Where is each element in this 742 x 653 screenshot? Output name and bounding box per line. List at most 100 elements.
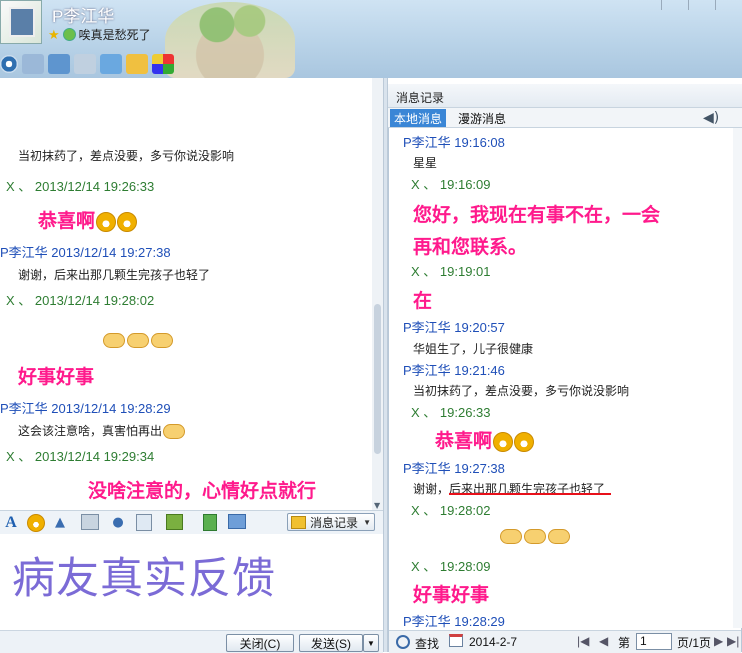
message-content: 好事好事 [18,366,95,388]
message-content: X 、 2013/12/14 19:28:02 [6,293,155,308]
message-sender-timestamp: P李江华 19:28:29 [403,611,505,628]
message-sender-timestamp: X 、 19:19:01 [411,261,491,280]
send-button[interactable]: 发送(S) [299,634,363,652]
text-note-icon[interactable] [136,514,152,531]
input-toolbar: A ▲ ● 消息记录 ▼ [0,510,383,535]
speaker-icon[interactable]: ◀) [703,110,719,126]
scrollbar-thumb[interactable] [374,304,381,454]
message-history-button[interactable]: 消息记录 ▼ [287,513,375,531]
message-content: P李江华 19:21:46 [403,363,505,378]
title-bar: P李江华 ★ 唉真是愁死了 [0,0,742,78]
minimize-button[interactable] [661,0,688,10]
message-content: X 、 2013/12/14 19:26:33 [6,179,155,194]
window-controls [661,0,742,10]
grin-emoji-icon [493,431,514,452]
message-content: X 、 19:16:09 [411,177,491,192]
message-content: 这会该注意啥，真害怕再出 [18,424,163,438]
message-text-highlight: 恭喜啊 [435,426,535,453]
handshake-emoji-icon [103,333,125,348]
message-sender-timestamp: X 、 19:28:02 [411,500,491,519]
nudge-icon[interactable]: ▲ [51,514,69,531]
search-icon[interactable] [396,635,410,649]
scroll-down-icon[interactable]: ▼ [374,501,380,510]
screenshot-icon[interactable] [228,514,246,529]
voice-call-icon[interactable] [22,54,44,74]
next-page-icon[interactable]: ▶ [714,634,723,648]
calendar-icon[interactable] [449,634,463,647]
font-icon[interactable]: A [2,514,20,531]
message-content: X 、 19:28:02 [411,503,491,518]
handshake-emoji-icon [500,529,522,544]
contact-name: P李江华 [52,7,115,26]
message-content: 恭喜啊 [435,430,493,452]
red-packet-icon[interactable] [203,514,217,531]
message-text-highlight: 您好，我现在有事不在，一会 [413,200,660,227]
tab-local-messages[interactable]: 本地消息 [390,109,447,127]
message-content: 您好，我现在有事不在，一会 [413,204,661,226]
message-sender-timestamp: P李江华 2013/12/14 19:28:29 [0,398,171,417]
maximize-button[interactable] [688,0,715,10]
message-sender-timestamp: X 、 19:26:33 [411,402,491,421]
chat-message-area: 当初抹药了，差点没要，多亏你说没影响 X 、 2013/12/14 19:26:3… [0,78,383,510]
close-button[interactable]: 关闭(C) [226,634,294,652]
message-text-highlight: 好事好事 [18,362,94,389]
search-label[interactable]: 查找 [415,635,439,652]
message-content: X 、 19:19:01 [411,264,491,279]
message-sender-timestamp: P李江华 19:21:46 [403,360,505,379]
apps-icon[interactable] [152,54,174,74]
voice-message-icon[interactable]: ● [109,514,127,531]
first-page-icon[interactable]: |◀ [577,634,589,648]
history-panel-header: 消息记录 [388,84,742,108]
message-text: 星星 [413,154,437,171]
history-tabs: 本地消息 漫游消息 [388,108,742,128]
handshake-emoji-icon [151,333,173,348]
status-message: 唉真是愁死了 [78,28,151,42]
message-sender-timestamp: X 、 2013/12/14 19:29:34 [6,446,154,465]
history-footer: 查找 2014-2-7 |◀ ◀ 第 1 页/1页 ▶ ▶| [389,630,741,653]
send-options-chevron-icon[interactable]: ▼ [363,634,379,652]
chat-toolbar [0,52,174,76]
send-image-icon[interactable] [166,514,183,530]
message-sender-timestamp: X 、 2013/12/14 19:26:33 [6,176,154,195]
skin-decoration [165,2,295,78]
chat-scrollbar[interactable]: ▼ [372,78,383,510]
screen-share-icon[interactable] [100,54,122,74]
message-sender-timestamp: P李江华 19:20:57 [403,317,505,336]
send-file-icon[interactable] [126,54,148,74]
last-page-icon[interactable]: ▶| [727,634,739,648]
message-text-highlight: 好事好事 [413,580,489,607]
message-content: 当初抹药了，差点没要，多亏你说没影响 [18,149,235,163]
message-content: X 、 19:26:33 [411,405,491,420]
prev-page-icon[interactable]: ◀ [599,634,608,648]
message-text-highlight: 没啥注意的，心情好点就行 [88,476,316,503]
tab-roaming-messages[interactable]: 漫游消息 [454,109,510,127]
message-content: 没啥注意的，心情好点就行 [88,480,317,502]
message-content: 好事好事 [413,584,490,606]
message-content: P李江华 2013/12/14 19:27:38 [0,245,171,260]
message-text: 谢谢，后来出那几颗生完孩子也轻了 [18,266,210,283]
remote-assist-icon[interactable] [74,54,96,74]
message-text: 当初抹药了，差点没要，多亏你说没影响 [413,382,629,399]
message-text-highlight: 再和您联系。 [413,232,527,259]
message-content: P李江华 19:16:08 [403,135,505,150]
message-content: 谢谢，后来出那几颗生完孩子也轻了 [18,268,211,282]
history-scrollbar[interactable] [733,128,742,628]
message-text: 华姐生了，儿子很健康 [413,340,533,357]
page-number-input[interactable]: 1 [636,633,672,650]
close-window-button[interactable] [715,0,742,10]
emoji-icon[interactable] [27,514,45,532]
video-call-icon[interactable] [0,55,18,73]
message-content: X 、 2013/12/14 19:29:34 [6,449,155,464]
message-content: 再和您联系。 [413,236,528,258]
file-transfer-icon[interactable] [48,54,70,74]
contact-avatar[interactable] [0,0,42,44]
history-icon [291,515,306,529]
send-bar: 关闭(C) 发送(S) ▼ [0,630,383,653]
message-text-highlight: 在 [413,286,432,313]
handshake-emoji-icon [127,333,149,348]
page-total: 页/1页 [677,636,712,650]
grin-emoji-icon [117,211,138,232]
message-sender-timestamp: P李江华 19:27:38 [403,458,505,477]
video-message-icon[interactable] [81,514,99,530]
history-date[interactable]: 2014-2-7 [469,635,517,649]
